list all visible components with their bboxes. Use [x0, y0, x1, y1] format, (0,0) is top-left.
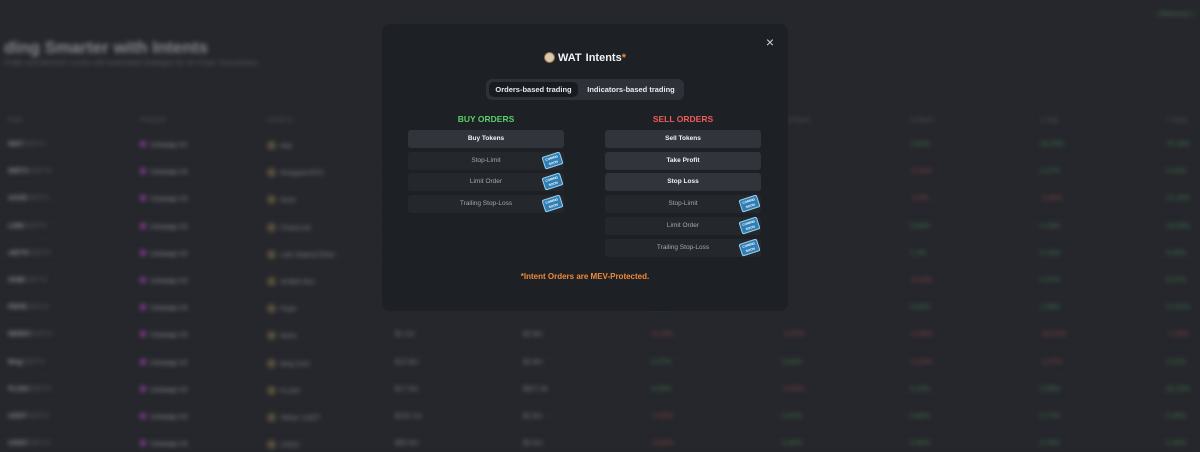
- intents-modal: × WAT Intents* Orders-based trading Indic…: [382, 24, 788, 311]
- button-label: Stop-Limit: [471, 156, 501, 164]
- button-label: Limit Order: [666, 221, 700, 229]
- sell-sell-tokens-button[interactable]: Sell Tokens: [605, 130, 761, 148]
- sell-orders-heading: SELL ORDERS: [652, 114, 714, 124]
- buy-limit-order-button[interactable]: Limit Order COMING SOON: [408, 172, 564, 192]
- sell-limit-order-button[interactable]: Limit Order COMING SOON: [605, 216, 761, 235]
- coming-soon-badge: COMING SOON: [541, 172, 564, 192]
- button-label: Sell Tokens: [665, 135, 701, 142]
- sell-take-profit-button[interactable]: Take Profit: [605, 151, 761, 170]
- button-label: Limit Order: [469, 178, 503, 186]
- sell-trailing-stop-loss-button[interactable]: Trailing Stop-Loss COMING SOON: [605, 237, 761, 257]
- buy-trailing-stop-loss-button[interactable]: Trailing Stop-Loss COMING SOON: [408, 194, 564, 214]
- modal-title: WAT Intents*: [382, 52, 788, 64]
- button-label: Stop-Limit: [668, 200, 698, 208]
- coming-soon-badge: COMING SOON: [738, 194, 761, 213]
- brand-name: WAT: [558, 52, 582, 64]
- tab-indicators-based[interactable]: Indicators-based trading: [582, 82, 680, 97]
- tab-orders-based[interactable]: Orders-based trading: [489, 82, 578, 97]
- coming-soon-badge: COMING SOON: [738, 237, 761, 257]
- wat-logo-icon: [544, 52, 556, 63]
- buy-buy-tokens-button[interactable]: Buy Tokens: [408, 130, 564, 148]
- mev-note: *Intent Orders are MEV-Protected.: [520, 272, 650, 281]
- title-asterisk: *: [621, 52, 626, 64]
- button-label: Trailing Stop-Loss: [459, 200, 513, 208]
- button-label: Trailing Stop-Loss: [656, 243, 710, 251]
- close-icon[interactable]: ×: [766, 34, 774, 50]
- button-label: Buy Tokens: [467, 135, 505, 142]
- sell-stop-loss-button[interactable]: Stop Loss: [605, 173, 761, 192]
- buy-orders-heading: BUY ORDERS: [457, 114, 515, 124]
- buy-stop-limit-button[interactable]: Stop-Limit COMING SOON: [408, 151, 564, 170]
- title-text: Intents: [585, 52, 622, 64]
- button-label: Stop Loss: [667, 178, 699, 186]
- sell-stop-limit-button[interactable]: Stop-Limit COMING SOON: [605, 194, 761, 214]
- button-label: Take Profit: [666, 156, 700, 164]
- coming-soon-badge: COMING SOON: [541, 151, 564, 170]
- trading-mode-tabs: Orders-based trading Indicators-based tr…: [486, 79, 684, 100]
- coming-soon-badge: COMING SOON: [541, 194, 564, 213]
- coming-soon-badge: COMING SOON: [738, 216, 761, 235]
